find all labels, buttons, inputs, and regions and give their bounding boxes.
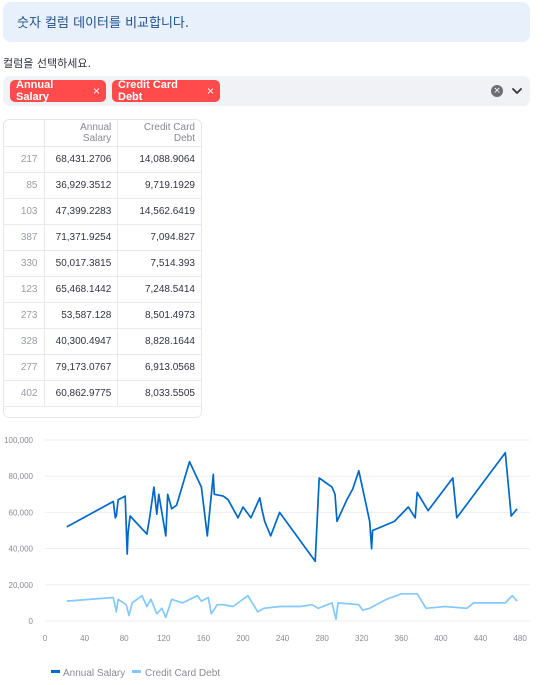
x-tick-label: 120 (157, 634, 171, 643)
cell-annual-salary[interactable]: 53,587.128 (44, 302, 119, 329)
x-tick-label: 320 (355, 634, 369, 643)
y-tick-label: 40,000 (9, 545, 34, 554)
table-row[interactable]: 330 50,017.3815 7,514.393 (4, 250, 201, 277)
row-index: 330 (4, 250, 45, 277)
chevron-down-icon[interactable] (510, 84, 524, 98)
cell-credit-card-debt[interactable]: 8,033.5505 (117, 380, 201, 407)
legend-label-annual-salary[interactable]: Annual Salary (63, 668, 125, 679)
remove-tag-icon[interactable]: × (93, 84, 100, 98)
row-index: 402 (4, 380, 45, 407)
y-tick-label: 20,000 (9, 581, 34, 590)
table-row[interactable]: 402 60,862.9775 8,033.5505 (4, 380, 201, 407)
x-tick-label: 40 (80, 634, 89, 643)
cell-annual-salary[interactable]: 50,017.3815 (44, 250, 119, 277)
table-header-row: Annual Salary Credit Card Debt (4, 120, 201, 147)
cell-annual-salary[interactable]: 65,468.1442 (44, 276, 119, 303)
legend-label-credit-card-debt[interactable]: Credit Card Debt (145, 668, 220, 679)
table-row[interactable]: 123 65,468.1442 7,248.5414 (4, 276, 201, 303)
x-tick-label: 360 (395, 634, 409, 643)
column-header-annual-salary[interactable]: Annual Salary (44, 120, 119, 147)
table-row[interactable]: 387 71,371.9254 7,094.827 (4, 224, 201, 251)
cell-annual-salary[interactable]: 60,862.9775 (44, 380, 119, 407)
remove-tag-icon[interactable]: × (207, 84, 214, 98)
line-chart[interactable]: 0 20,000 40,000 60,000 80,000 100,000 0 40 80 12… (0, 428, 559, 685)
column-multiselect[interactable]: Annual Salary × Credit Card Debt × × (3, 76, 530, 106)
cell-credit-card-debt[interactable]: 7,514.393 (117, 250, 201, 277)
chart-legend[interactable]: Annual Salary Credit Card Debt (51, 668, 220, 679)
cell-annual-salary[interactable]: 79,173.0767 (44, 354, 119, 381)
tag-label: Annual Salary (16, 79, 54, 103)
chart-series (66, 451, 518, 621)
x-tick-label: 240 (276, 634, 290, 643)
row-index: 277 (4, 354, 45, 381)
x-tick-label: 400 (434, 634, 448, 643)
info-text: 숫자 컬럼 데이터를 비교합니다. (17, 16, 190, 31)
legend-swatch-credit-card-debt (132, 670, 141, 673)
chart-grid (45, 439, 530, 622)
row-index: 85 (4, 172, 45, 199)
table-row[interactable]: 277 79,173.0767 6,913.0568 (4, 354, 201, 381)
column-header-credit-card-debt[interactable]: Credit Card Debt (117, 120, 201, 147)
tag-label: Credit Card Debt (118, 79, 178, 103)
table-row[interactable]: 85 36,929.3512 9,719.1929 (4, 172, 201, 199)
cell-annual-salary[interactable]: 36,929.3512 (44, 172, 119, 199)
clear-all-icon[interactable]: × (491, 85, 503, 97)
info-message: 숫자 컬럼 데이터를 비교합니다. (3, 2, 530, 42)
index-header (4, 120, 45, 147)
x-tick-label: 480 (513, 634, 527, 643)
row-index: 103 (4, 198, 45, 225)
y-axis: 0 20,000 40,000 60,000 80,000 100,000 (4, 436, 33, 626)
tag-annual-salary: Annual Salary × (10, 79, 106, 103)
row-index: 273 (4, 302, 45, 329)
legend-swatch-annual-salary (51, 670, 60, 673)
cell-credit-card-debt[interactable]: 9,719.1929 (117, 172, 201, 199)
x-tick-label: 160 (197, 634, 211, 643)
x-tick-label: 280 (315, 634, 329, 643)
row-index: 123 (4, 276, 45, 303)
table-row[interactable]: 103 47,399.2283 14,562.6419 (4, 198, 201, 225)
y-tick-label: 60,000 (9, 508, 34, 517)
y-tick-label: 100,000 (4, 436, 33, 445)
cell-credit-card-debt[interactable]: 8,501.4973 (117, 302, 201, 329)
cell-credit-card-debt[interactable]: 14,562.6419 (117, 198, 201, 225)
table-row[interactable]: 273 53,587.128 8,501.4973 (4, 302, 201, 329)
x-tick-label: 80 (120, 634, 129, 643)
x-axis: 0 40 80 120 160 200 240 280 320 360 400 440 480 (43, 634, 528, 643)
table-row[interactable]: 217 68,431.2706 14,088.9064 (4, 146, 201, 173)
tag-credit-card-debt: Credit Card Debt × (112, 79, 220, 103)
cell-annual-salary[interactable]: 47,399.2283 (44, 198, 119, 225)
table-row[interactable]: 328 40,300.4947 8,828.1644 (4, 328, 201, 355)
cell-annual-salary[interactable]: 68,431.2706 (44, 146, 119, 173)
series-line-annual-salary[interactable] (66, 451, 518, 563)
multiselect-label: 컬럼을 선택하세요. (3, 57, 91, 70)
x-tick-label: 0 (43, 634, 48, 643)
cell-credit-card-debt[interactable]: 14,088.9064 (117, 146, 201, 173)
cell-annual-salary[interactable]: 40,300.4947 (44, 328, 119, 355)
y-tick-label: 80,000 (9, 472, 34, 481)
series-line-credit-card-debt[interactable] (66, 592, 518, 621)
y-tick-label: 0 (29, 617, 34, 626)
cell-credit-card-debt[interactable]: 8,828.1644 (117, 328, 201, 355)
x-tick-label: 440 (474, 634, 488, 643)
row-index: 217 (4, 146, 45, 173)
cell-credit-card-debt[interactable]: 6,913.0568 (117, 354, 201, 381)
row-index: 387 (4, 224, 45, 251)
row-index: 328 (4, 328, 45, 355)
cell-credit-card-debt[interactable]: 7,094.827 (117, 224, 201, 251)
cell-credit-card-debt[interactable]: 7,248.5414 (117, 276, 201, 303)
cell-annual-salary[interactable]: 71,371.9254 (44, 224, 119, 251)
data-table[interactable]: Annual Salary Credit Card Debt 217 68,43… (3, 119, 202, 418)
x-tick-label: 200 (236, 634, 250, 643)
